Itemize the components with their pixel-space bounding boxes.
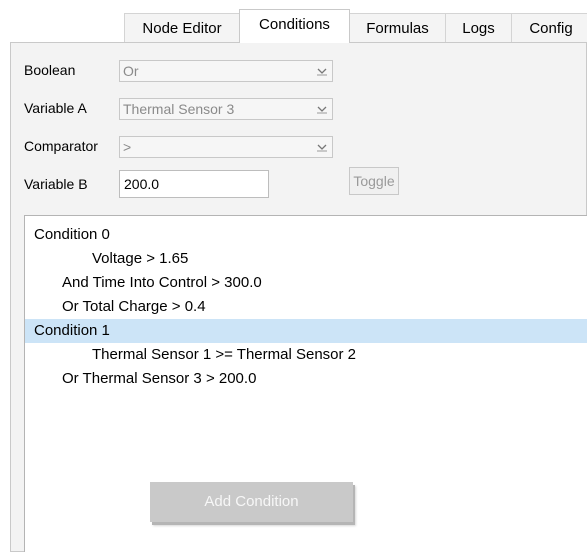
list-item[interactable]: Or Total Charge > 0.4 bbox=[25, 295, 587, 319]
list-item[interactable]: Thermal Sensor 1 >= Thermal Sensor 2 bbox=[25, 343, 587, 367]
variable-a-label: Variable A bbox=[24, 100, 87, 116]
variable-a-value: Thermal Sensor 3 bbox=[123, 101, 235, 117]
list-item[interactable]: Condition 0 bbox=[25, 223, 587, 247]
list-item-selected[interactable]: Condition 1 bbox=[25, 319, 587, 343]
tab-strip: Node Editor Conditions Formulas Logs Con… bbox=[0, 0, 587, 43]
comparator-label: Comparator bbox=[24, 138, 98, 154]
chevron-down-icon[interactable] bbox=[314, 63, 330, 79]
list-item[interactable]: Or Thermal Sensor 3 > 200.0 bbox=[25, 367, 587, 391]
tab-config[interactable]: Config bbox=[511, 13, 587, 42]
comparator-value: > bbox=[123, 139, 132, 155]
tab-node-editor[interactable]: Node Editor bbox=[124, 13, 240, 42]
list-item[interactable]: Voltage > 1.65 bbox=[25, 247, 587, 271]
comparator-dropdown[interactable]: > bbox=[119, 136, 333, 158]
toggle-button[interactable]: Toggle bbox=[349, 167, 399, 195]
tab-formulas[interactable]: Formulas bbox=[349, 13, 446, 42]
variable-b-input[interactable]: 200.0 bbox=[119, 170, 269, 198]
variable-b-label: Variable B bbox=[24, 176, 88, 192]
chevron-down-icon[interactable] bbox=[314, 139, 330, 155]
tab-conditions[interactable]: Conditions bbox=[239, 9, 350, 43]
list-item[interactable]: And Time Into Control > 300.0 bbox=[25, 271, 587, 295]
tab-logs[interactable]: Logs bbox=[445, 13, 512, 42]
add-condition-button[interactable]: Add Condition bbox=[150, 482, 353, 522]
boolean-label: Boolean bbox=[24, 62, 76, 78]
boolean-dropdown[interactable]: Or bbox=[119, 60, 333, 82]
boolean-value: Or bbox=[123, 63, 139, 79]
chevron-down-icon[interactable] bbox=[314, 101, 330, 117]
variable-a-dropdown[interactable]: Thermal Sensor 3 bbox=[119, 98, 333, 120]
